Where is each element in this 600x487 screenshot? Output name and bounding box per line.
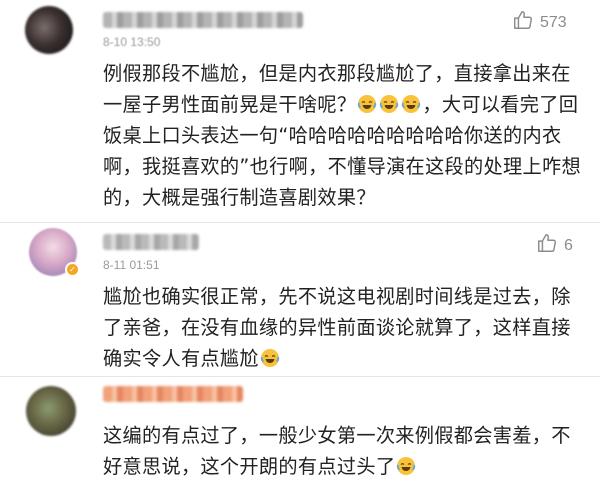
comment-text-body: 尴尬也确实很正常，先不说这电视剧时间线是过去，除了亲爸，在没有血缘的异性前面谈论… bbox=[103, 285, 571, 370]
like-button[interactable]: 573 bbox=[512, 9, 567, 36]
thumbs-up-icon bbox=[512, 9, 534, 36]
verified-badge-icon: ✓ bbox=[65, 262, 80, 277]
username-blurred[interactable] bbox=[103, 386, 243, 402]
laughing-tears-icon bbox=[357, 92, 377, 113]
comment-text: 尴尬也确实很正常，先不说这电视剧时间线是过去，除了亲爸，在没有血缘的异性前面谈论… bbox=[103, 281, 583, 374]
avatar[interactable] bbox=[25, 6, 73, 54]
laughing-tears-icon bbox=[396, 454, 416, 475]
laughing-tears-icon bbox=[260, 346, 280, 367]
like-button[interactable]: 6 bbox=[536, 232, 573, 259]
laughing-tears-icon bbox=[401, 92, 421, 113]
comment-time: 8-11 01:51 bbox=[103, 258, 160, 272]
like-count: 573 bbox=[540, 13, 567, 31]
comment-text: 例假那段不尴尬，但是内衣那段尴尬了，直接拿出来在一屋子男性面前晃是干啥呢？ ，大可… bbox=[103, 58, 583, 213]
username-blurred[interactable] bbox=[103, 12, 303, 28]
comment-text: 这编的有点过了，一般少女第一次来例假都会害羞，不好意思说，这个开朗的有点过头了 bbox=[103, 420, 583, 482]
username-blurred[interactable] bbox=[103, 234, 199, 250]
comment-text-body: 这编的有点过了，一般少女第一次来例假都会害羞，不好意思说，这个开朗的有点过头了 bbox=[103, 424, 571, 478]
comment-item: 8-10 13:50 573 例假那段不尴尬，但是内衣那段尴尬了，直接拿出来在一… bbox=[0, 0, 600, 222]
thumbs-up-icon bbox=[536, 232, 558, 259]
laughing-tears-icon bbox=[379, 92, 399, 113]
avatar[interactable] bbox=[26, 386, 76, 436]
like-count: 6 bbox=[564, 236, 573, 254]
comment-time: 8-10 13:50 bbox=[103, 35, 161, 49]
